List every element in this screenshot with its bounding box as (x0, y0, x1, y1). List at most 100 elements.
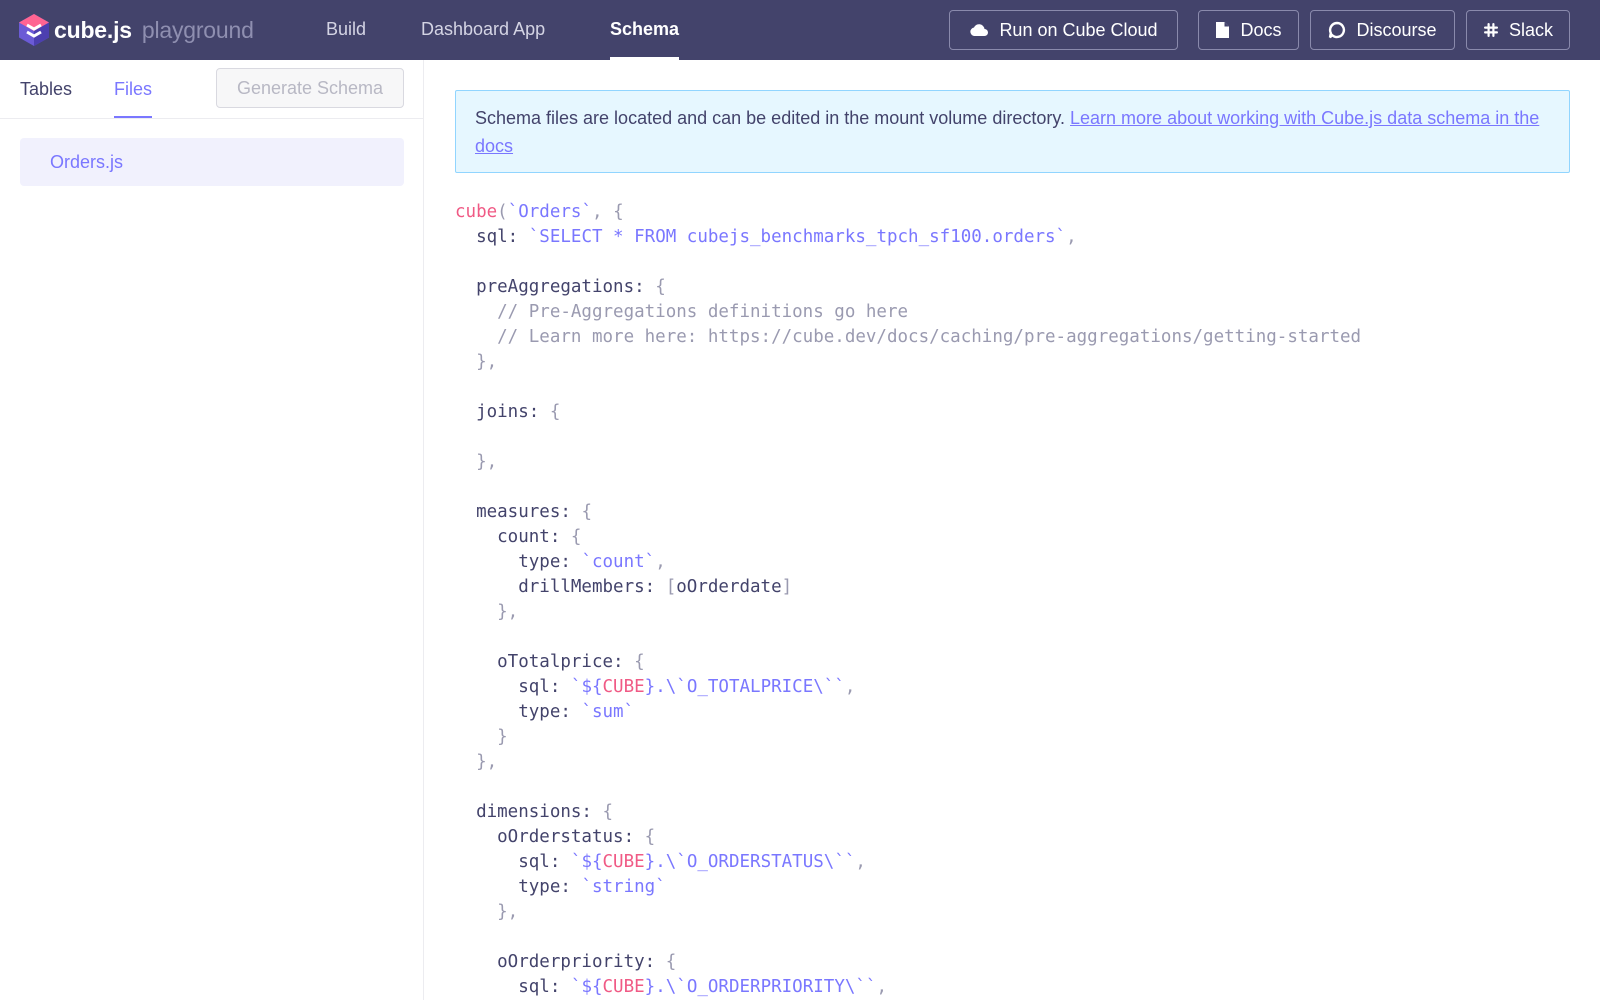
docs-label: Docs (1240, 19, 1282, 40)
nav-schema[interactable]: Schema (610, 0, 680, 60)
code-token: , { (592, 202, 624, 222)
sidebar-tabs: Tables Files Generate Schema (0, 60, 423, 119)
code-line: sql: `${CUBE}.\`O_TOTALPRICE\``, (455, 675, 1575, 700)
code-token: }, (455, 902, 519, 922)
code-token: oTotalprice: (455, 652, 635, 672)
code-token: sql: (455, 977, 571, 997)
logo[interactable]: cube.js playground (18, 10, 254, 50)
code-token: preAggregations: (455, 277, 656, 297)
code-token: count: (455, 527, 571, 547)
code-token: sql: (455, 852, 571, 872)
code-token: }, (455, 752, 498, 772)
code-token: `SELECT * FROM cubejs_benchmarks_tpch_sf… (528, 227, 1067, 247)
code-token: `sum` (581, 702, 635, 722)
code-token: { (644, 827, 656, 847)
code-token: joins: (455, 402, 550, 422)
cloud-icon (970, 24, 989, 36)
code-line: sql: `${CUBE}.\`O_ORDERPRIORITY\``, (455, 975, 1575, 1000)
schema-code-editor[interactable]: cube(`Orders`, { sql: `SELECT * FROM cub… (455, 200, 1575, 1000)
discourse-button[interactable]: Discourse (1310, 10, 1455, 50)
code-token: { (549, 402, 561, 422)
code-line: // Learn more here: https://cube.dev/doc… (455, 325, 1575, 350)
code-token: `${ (570, 677, 603, 697)
code-token: }.\`O_ORDERSTATUS\`` (644, 852, 856, 872)
logo-sub-text: playground (141, 16, 254, 43)
code-token: oOrderdate (676, 577, 782, 597)
info-notice: Schema files are located and can be edit… (455, 90, 1570, 173)
code-token: sql: (455, 227, 529, 247)
code-token: , (855, 852, 866, 872)
code-token: type: (455, 877, 582, 897)
code-token: , (655, 552, 666, 572)
code-token: measures: (455, 502, 582, 522)
schema-sidebar: Tables Files Generate Schema Orders.js (0, 60, 424, 1000)
run-on-cube-cloud-button[interactable]: Run on Cube Cloud (949, 10, 1178, 50)
cube-logo-icon (19, 14, 49, 46)
code-token: CUBE (602, 977, 645, 997)
code-line: type: `count`, (455, 550, 1575, 575)
docs-button[interactable]: Docs (1198, 10, 1299, 50)
code-token: [ (665, 577, 677, 597)
code-token: sql: (455, 677, 571, 697)
code-token: drillMembers: (455, 577, 666, 597)
code-token: `Orders` (507, 202, 592, 222)
code-token: , (844, 677, 856, 697)
code-token: , (876, 977, 888, 997)
code-line: }, (455, 750, 1575, 775)
code-token: type: (455, 702, 582, 722)
code-line: }, (455, 350, 1575, 375)
tab-files[interactable]: Files (114, 60, 153, 118)
code-line: }, (455, 600, 1575, 625)
code-token: , (1066, 227, 1077, 247)
code-line: oOrderstatus: { (455, 825, 1575, 850)
code-line: }, (455, 900, 1575, 925)
code-token: }, (455, 352, 498, 372)
code-line: count: { (455, 525, 1575, 550)
top-navbar: cube.js playground Build Dashboard App S… (0, 0, 1600, 60)
code-token: `${ (570, 977, 603, 997)
info-notice-text: Schema files are located and can be edit… (475, 108, 1071, 128)
code-line: } (455, 725, 1575, 750)
code-token: dimensions: (455, 802, 603, 822)
code-token: CUBE (602, 852, 645, 872)
code-token: cube (455, 202, 498, 222)
code-line: measures: { (455, 500, 1575, 525)
code-token: { (602, 802, 614, 822)
document-icon (1216, 22, 1230, 38)
code-token: oOrderstatus: (455, 827, 645, 847)
code-token: ( (497, 202, 508, 222)
code-token: // Learn more here: https://cube.dev/doc… (455, 327, 1362, 347)
code-token: // Pre-Aggregations definitions go here (455, 302, 909, 322)
slack-button[interactable]: Slack (1466, 10, 1570, 50)
nav-dashboard-app[interactable]: Dashboard App (421, 0, 545, 60)
file-item-orders[interactable]: Orders.js (20, 138, 404, 186)
code-token: { (581, 502, 592, 522)
code-line: dimensions: { (455, 800, 1575, 825)
code-line: }, (455, 450, 1575, 475)
code-line: type: `sum` (455, 700, 1575, 725)
code-token: oOrderpriority: (455, 952, 666, 972)
tab-tables[interactable]: Tables (20, 60, 72, 118)
logo-brand-text: cube.js (54, 16, 132, 43)
code-token: { (634, 652, 645, 672)
code-token: }.\`O_TOTALPRICE\`` (644, 677, 845, 697)
code-line: preAggregations: { (455, 275, 1575, 300)
chat-bubble-icon (1329, 21, 1346, 39)
code-token: ] (781, 577, 793, 597)
code-token: CUBE (602, 677, 645, 697)
code-token: { (570, 527, 582, 547)
code-line: drillMembers: [oOrderdate] (455, 575, 1575, 600)
code-line: // Pre-Aggregations definitions go here (455, 300, 1575, 325)
generate-schema-button[interactable]: Generate Schema (216, 68, 404, 108)
code-token: }, (455, 602, 519, 622)
code-line: oTotalprice: { (455, 650, 1575, 675)
code-line: cube(`Orders`, { (455, 200, 1575, 225)
slack-icon (1483, 23, 1498, 37)
nav-build[interactable]: Build (326, 0, 366, 60)
